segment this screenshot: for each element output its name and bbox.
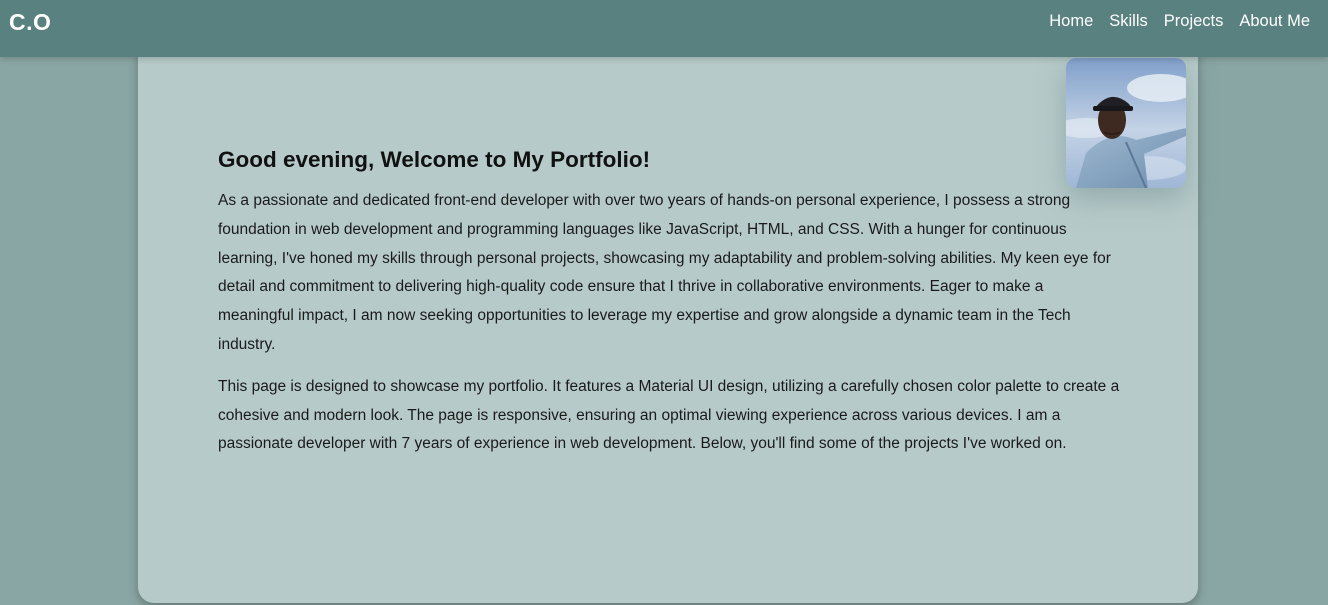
nav-link-about-me[interactable]: About Me — [1239, 12, 1310, 31]
top-navbar: C.O Home Skills Projects About Me — [0, 0, 1328, 57]
welcome-card: Good evening, Welcome to My Portfolio! A… — [138, 42, 1198, 603]
brand-logo[interactable]: C.O — [9, 9, 51, 36]
nav-links: Home Skills Projects About Me — [1049, 12, 1310, 31]
nav-link-home[interactable]: Home — [1049, 12, 1093, 31]
welcome-content: Good evening, Welcome to My Portfolio! A… — [218, 147, 1123, 472]
page-title: Good evening, Welcome to My Portfolio! — [218, 147, 651, 172]
nav-link-projects[interactable]: Projects — [1164, 12, 1224, 31]
description-paragraph: This page is designed to showcase my por… — [218, 377, 1120, 453]
nav-link-skills[interactable]: Skills — [1109, 12, 1148, 31]
intro-paragraph: As a passionate and dedicated front-end … — [218, 192, 1111, 353]
